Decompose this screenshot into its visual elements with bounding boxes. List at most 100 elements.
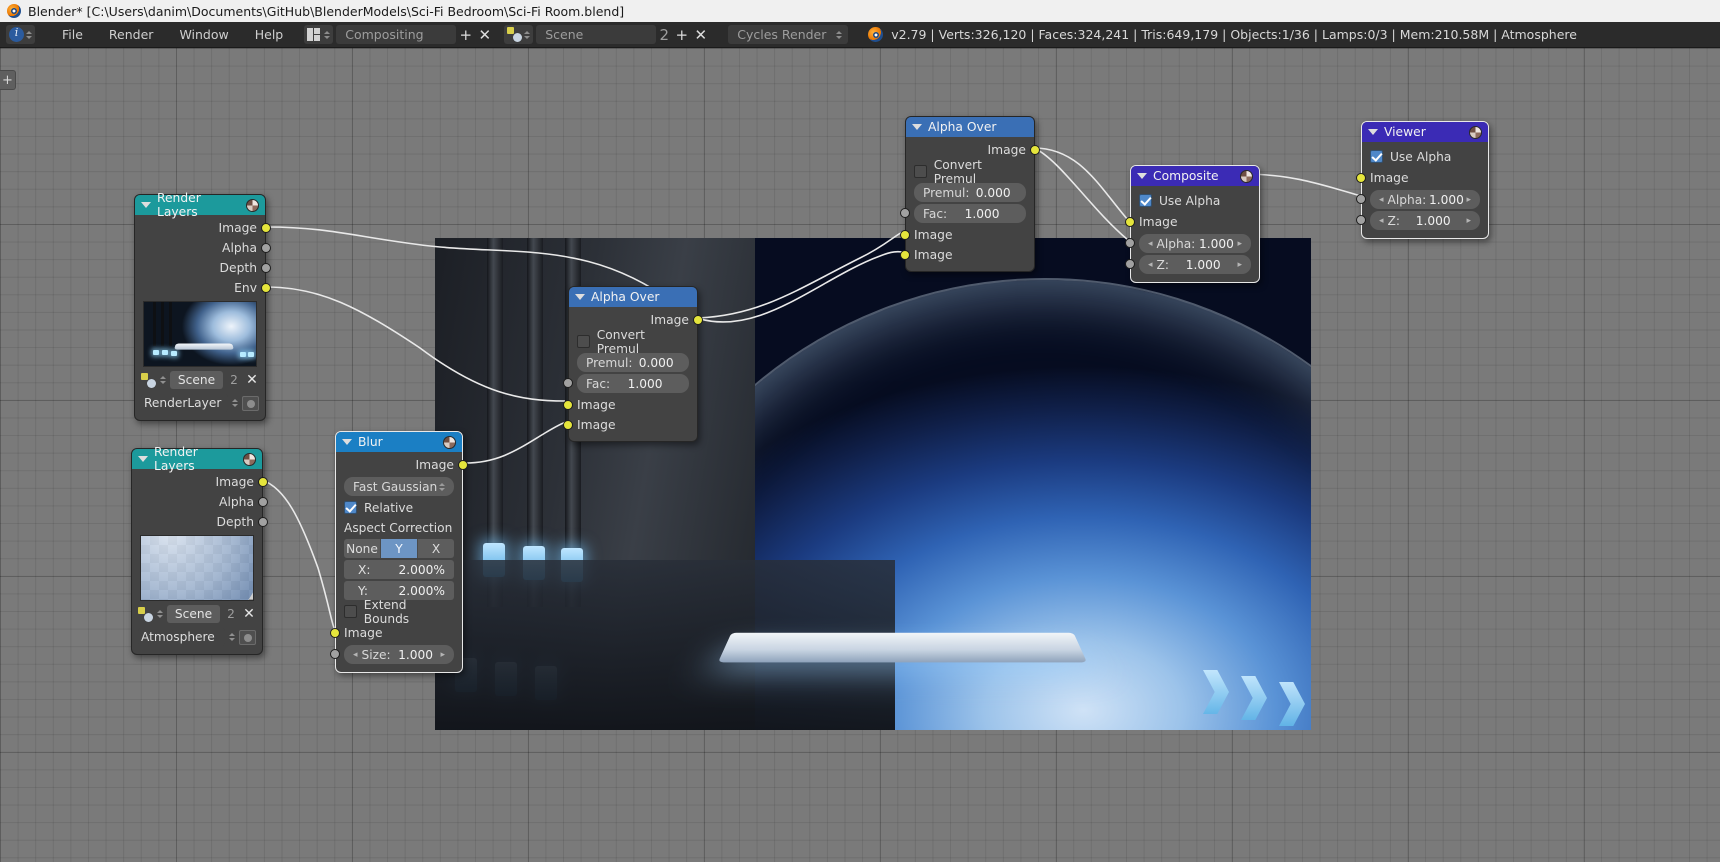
render-layer-name[interactable]: RenderLayer <box>141 394 228 412</box>
add-scene-button[interactable]: + <box>672 25 691 44</box>
render-engine-selector[interactable]: Cycles Render <box>728 25 849 44</box>
close-icon[interactable]: ✕ <box>245 372 259 388</box>
premul-field[interactable]: Premul: 0.000 <box>577 353 689 372</box>
node-editor-canvas[interactable]: + Render Layers Image Alpha Depth Env Sc… <box>0 48 1720 862</box>
output-socket-row[interactable]: Image <box>336 455 468 475</box>
input-socket-row[interactable]: Image <box>900 225 1034 245</box>
extend-bounds-checkbox[interactable] <box>344 605 357 618</box>
render-layer-name[interactable]: Atmosphere <box>138 628 225 646</box>
socket-depth[interactable] <box>258 517 268 527</box>
socket-alpha[interactable] <box>1125 238 1135 248</box>
chevron-updown-icon[interactable] <box>229 633 235 641</box>
blur-x-field[interactable]: X: 2.000% <box>344 560 454 579</box>
collapse-triangle-icon[interactable] <box>141 202 151 208</box>
aspect-option-x[interactable]: X <box>417 539 454 558</box>
use-alpha-checkbox[interactable] <box>1370 150 1383 163</box>
menu-help[interactable]: Help <box>242 25 297 44</box>
chevron-left-icon[interactable]: ◂ <box>1379 195 1384 205</box>
collapse-triangle-icon[interactable] <box>575 294 585 300</box>
collapse-triangle-icon[interactable] <box>1137 173 1147 179</box>
socket-z[interactable] <box>1125 259 1135 269</box>
aspect-option-none[interactable]: None <box>344 539 380 558</box>
render-layer-row[interactable]: Atmosphere <box>138 627 256 647</box>
scene-selector-row[interactable]: Scene 2 ✕ <box>141 370 259 390</box>
input-socket-row[interactable]: Image <box>330 623 462 643</box>
render-layer-icon[interactable] <box>239 629 256 645</box>
chevron-right-icon[interactable]: ▸ <box>1466 216 1471 226</box>
screen-layout-selector[interactable] <box>304 25 334 44</box>
socket-image[interactable] <box>258 477 268 487</box>
remove-scene-button[interactable]: ✕ <box>691 25 710 44</box>
node-blur[interactable]: Blur Image Fast Gaussian Relative Aspect… <box>330 431 468 673</box>
collapse-triangle-icon[interactable] <box>1368 129 1378 135</box>
socket-env[interactable] <box>261 283 271 293</box>
size-field[interactable]: ◂ Size: 1.000 ▸ <box>330 645 454 664</box>
chevron-left-icon[interactable]: ◂ <box>353 650 358 660</box>
convert-premul-checkbox-row[interactable]: Convert Premul <box>914 158 1026 186</box>
node-composite[interactable]: Composite Use Alpha Image ◂ Alpha: 1.000… <box>1125 165 1260 283</box>
socket-alpha[interactable] <box>261 243 271 253</box>
output-socket-row[interactable]: Image <box>135 218 271 238</box>
alpha-field[interactable]: ◂ Alpha: 1.000 ▸ <box>1356 190 1480 209</box>
socket-fac[interactable] <box>900 208 910 218</box>
filter-type-dropdown[interactable]: Fast Gaussian <box>344 477 454 496</box>
remove-screen-button[interactable]: ✕ <box>475 25 494 44</box>
output-socket-row[interactable]: Image <box>132 472 268 492</box>
output-socket-row[interactable]: Image <box>906 140 1040 160</box>
fac-field[interactable]: Fac: 1.000 <box>900 204 1026 223</box>
socket-image[interactable] <box>1030 145 1040 155</box>
output-socket-row[interactable]: Image <box>569 310 703 330</box>
socket-image[interactable] <box>261 223 271 233</box>
socket-image[interactable] <box>563 400 573 410</box>
socket-image[interactable] <box>900 250 910 260</box>
node-alpha-over-2[interactable]: Alpha Over Image Convert Premul Premul: … <box>563 286 703 442</box>
node-render-layers-2[interactable]: Render Layers Image Alpha Depth Scene 2 … <box>131 445 268 655</box>
chevron-updown-icon[interactable] <box>157 610 163 618</box>
add-screen-button[interactable]: + <box>456 25 475 44</box>
socket-image[interactable] <box>563 420 573 430</box>
aspect-correction-segmented[interactable]: None Y X <box>344 539 454 558</box>
node-header[interactable]: Alpha Over <box>569 287 697 307</box>
node-render-layers-1[interactable]: Render Layers Image Alpha Depth Env Scen… <box>134 191 271 421</box>
scene-name[interactable]: Scene <box>170 371 223 389</box>
output-socket-row[interactable]: Env <box>135 278 271 298</box>
socket-image[interactable] <box>1356 173 1366 183</box>
toolshelf-tab-icon[interactable]: + <box>0 70 16 90</box>
output-socket-row[interactable]: Alpha <box>132 492 268 512</box>
screen-layout-name[interactable]: Compositing <box>336 25 457 44</box>
premul-field[interactable]: Premul: 0.000 <box>914 183 1026 202</box>
node-header[interactable]: Render Layers <box>132 445 262 473</box>
chevron-left-icon[interactable]: ◂ <box>1379 216 1384 226</box>
node-header[interactable]: Render Layers <box>135 191 265 219</box>
chevron-right-icon[interactable]: ▸ <box>440 650 445 660</box>
convert-premul-checkbox[interactable] <box>577 335 590 348</box>
z-field[interactable]: ◂ Z: 1.000 ▸ <box>1356 211 1480 230</box>
menu-render[interactable]: Render <box>96 25 167 44</box>
editor-type-selector[interactable] <box>6 25 35 44</box>
use-alpha-checkbox[interactable] <box>1139 194 1152 207</box>
chevron-left-icon[interactable]: ◂ <box>1148 239 1153 249</box>
socket-alpha[interactable] <box>1356 194 1366 204</box>
render-layer-row[interactable]: RenderLayer <box>141 393 259 413</box>
render-layer-icon[interactable] <box>242 395 259 411</box>
socket-depth[interactable] <box>261 263 271 273</box>
node-header[interactable]: Composite <box>1131 166 1259 186</box>
menu-window[interactable]: Window <box>166 25 241 44</box>
extend-bounds-checkbox-row[interactable]: Extend Bounds <box>344 598 454 626</box>
node-alpha-over-1[interactable]: Alpha Over Image Convert Premul Premul: … <box>900 116 1040 272</box>
chevron-right-icon[interactable]: ▸ <box>1237 260 1242 270</box>
input-socket-row[interactable]: Image <box>563 415 697 435</box>
chevron-left-icon[interactable]: ◂ <box>1148 260 1153 270</box>
use-alpha-checkbox-row[interactable]: Use Alpha <box>1370 147 1480 166</box>
socket-image[interactable] <box>330 628 340 638</box>
relative-checkbox[interactable] <box>344 501 357 514</box>
fac-field[interactable]: Fac: 1.000 <box>563 374 689 393</box>
chevron-right-icon[interactable]: ▸ <box>1466 195 1471 205</box>
scene-selector-row[interactable]: Scene 2 ✕ <box>138 604 256 624</box>
menu-file[interactable]: File <box>49 25 96 44</box>
input-socket-row[interactable]: Image <box>1125 212 1259 232</box>
output-socket-row[interactable]: Depth <box>135 258 271 278</box>
convert-premul-checkbox-row[interactable]: Convert Premul <box>577 328 689 356</box>
output-socket-row[interactable]: Depth <box>132 512 268 532</box>
node-header[interactable]: Viewer <box>1362 122 1488 142</box>
